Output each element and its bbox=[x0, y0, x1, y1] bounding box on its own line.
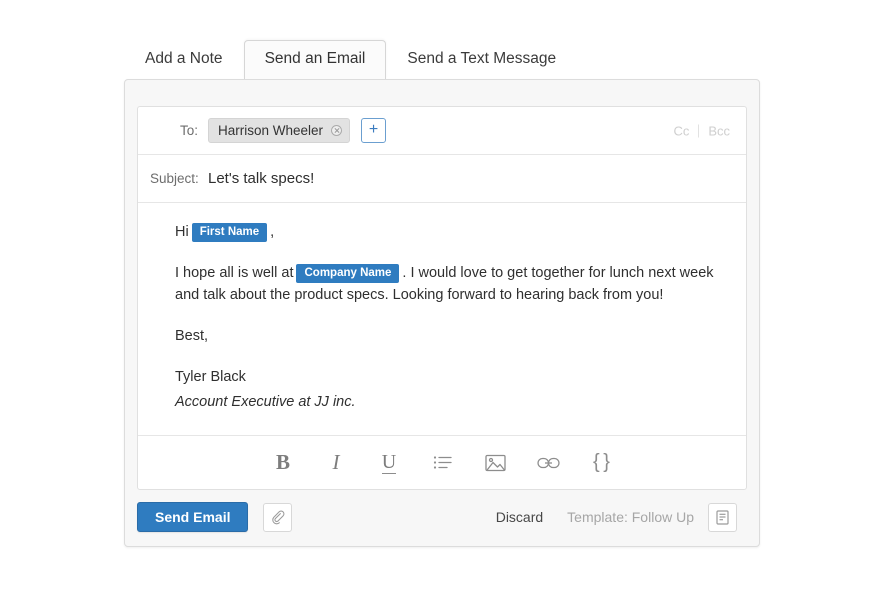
attach-file-button[interactable] bbox=[263, 502, 293, 532]
bold-icon[interactable]: B bbox=[268, 448, 298, 478]
compose-footer: Send Email Discard Template: Follow Up bbox=[125, 488, 759, 546]
remove-recipient-icon[interactable] bbox=[331, 125, 343, 136]
merge-field-icon[interactable]: { } bbox=[586, 448, 616, 478]
greeting-suffix: , bbox=[270, 224, 275, 240]
tab-send-a-text-message[interactable]: Send a Text Message bbox=[386, 40, 577, 79]
merge-token-first-name[interactable]: First Name bbox=[191, 223, 268, 242]
bcc-button[interactable]: Bcc bbox=[708, 123, 730, 138]
cc-button[interactable]: Cc bbox=[673, 123, 689, 138]
italic-icon[interactable]: I bbox=[321, 448, 351, 478]
tab-bar: Add a Note Send an Email Send a Text Mes… bbox=[124, 40, 577, 79]
merge-token-company-name[interactable]: Company Name bbox=[296, 264, 400, 283]
formatting-toolbar: B I U {} bbox=[138, 435, 746, 489]
underline-icon[interactable]: U bbox=[374, 448, 404, 478]
subject-input[interactable]: Let's talk specs! bbox=[208, 170, 314, 187]
body-greeting: Hi First Name, bbox=[175, 221, 720, 243]
send-email-button[interactable]: Send Email bbox=[137, 502, 249, 532]
signature-name: Tyler Black bbox=[175, 369, 246, 385]
subject-row: Subject: Let's talk specs! bbox=[138, 155, 746, 203]
compose-panel: To: Harrison Wheeler + Cc Bcc Subject: L… bbox=[124, 79, 760, 547]
body-closing: Best, bbox=[175, 328, 209, 344]
body-paragraph: I hope all is well at Company Name. I wou… bbox=[175, 262, 720, 306]
choose-template-button[interactable] bbox=[708, 502, 737, 532]
footer-right-group: Discard Template: Follow Up bbox=[496, 502, 737, 532]
paragraph-prefix: I hope all is well at bbox=[175, 265, 294, 281]
paperclip-icon bbox=[272, 510, 285, 524]
recipient-chip[interactable]: Harrison Wheeler bbox=[208, 118, 351, 143]
subject-label: Subject: bbox=[150, 171, 199, 186]
greeting-prefix: Hi bbox=[175, 224, 189, 240]
bulleted-list-icon[interactable] bbox=[427, 448, 457, 478]
recipient-chip-label: Harrison Wheeler bbox=[218, 123, 324, 138]
template-label[interactable]: Template: Follow Up bbox=[567, 509, 694, 525]
compose-card: To: Harrison Wheeler + Cc Bcc Subject: L… bbox=[137, 106, 747, 490]
tab-send-an-email[interactable]: Send an Email bbox=[243, 40, 387, 79]
insert-link-icon[interactable] bbox=[533, 448, 563, 478]
tab-add-a-note[interactable]: Add a Note bbox=[124, 40, 244, 79]
to-label: To: bbox=[179, 123, 198, 138]
insert-image-icon[interactable] bbox=[480, 448, 510, 478]
email-composer-screen: Add a Note Send an Email Send a Text Mes… bbox=[0, 0, 880, 590]
cc-bcc-group: Cc Bcc bbox=[673, 123, 730, 138]
signature-title: Account Executive at JJ inc. bbox=[175, 394, 356, 410]
email-body-editor[interactable]: Hi First Name, I hope all is well at Compa… bbox=[138, 203, 746, 448]
discard-button[interactable]: Discard bbox=[496, 509, 543, 525]
add-recipient-button[interactable]: + bbox=[361, 118, 387, 143]
cc-bcc-divider bbox=[698, 124, 700, 137]
recipients-row: To: Harrison Wheeler + Cc Bcc bbox=[138, 107, 746, 155]
document-icon bbox=[716, 509, 729, 525]
